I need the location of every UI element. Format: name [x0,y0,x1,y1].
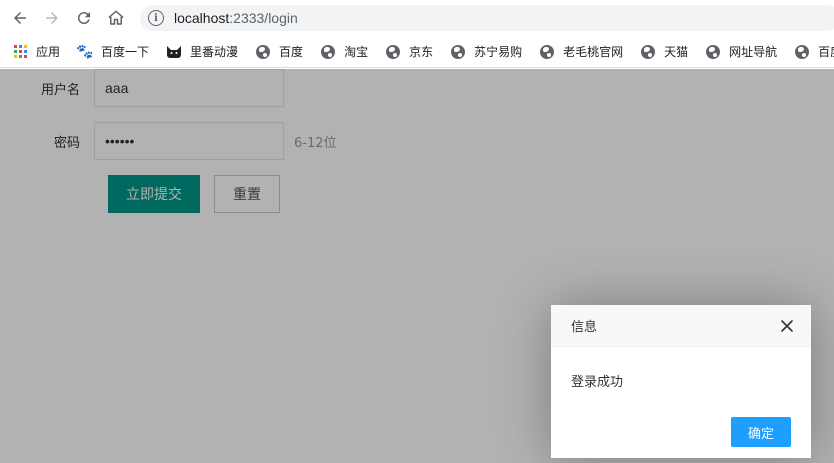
bookmark-label: 老毛桃官网 [563,45,624,59]
bookmark-baidu[interactable]: 百度 [255,43,303,60]
globe-icon [640,44,656,60]
info-icon[interactable]: i [148,10,164,26]
address-bar[interactable]: i localhost:2333/login [140,5,834,31]
bookmark-label: 百度一下 [101,45,150,59]
url-text: localhost:2333/login [174,10,298,26]
home-icon [108,10,124,25]
arrow-left-icon [14,12,26,24]
globe-icon [794,44,810,60]
globe-icon [255,44,271,60]
cat-icon [166,44,182,60]
globe-icon [385,44,401,60]
bookmark-baidu-translate[interactable]: 百度翻 [794,43,834,60]
bookmark-anime[interactable]: 里番动漫 [166,43,238,60]
bookmark-jd[interactable]: 京东 [385,43,433,60]
dialog-message: 登录成功 [571,375,624,390]
globe-icon [705,44,721,60]
bookmark-label: 苏宁易购 [474,45,523,59]
url-path: :2333/login [229,10,298,26]
message-dialog: 信息 登录成功 确定 [551,305,811,458]
dialog-title: 信息 [571,320,598,335]
back-button[interactable] [4,0,36,36]
home-button[interactable] [100,0,132,36]
bookmark-apps[interactable]: 应用 [12,43,60,60]
bookmarks-bar: 应用 🐾 百度一下 里番动漫 百度 淘宝 京东 苏宁易购 老毛桃官网 天猫 网址… [0,36,834,68]
bookmark-suning[interactable]: 苏宁易购 [450,43,522,60]
bookmark-label: 京东 [409,45,434,59]
bookmark-label: 淘宝 [344,45,369,59]
globe-icon [539,44,555,60]
bookmark-taobao[interactable]: 淘宝 [320,43,368,60]
url-host: localhost [174,10,230,26]
close-icon[interactable] [779,318,795,334]
reload-icon [77,12,90,25]
bookmark-label: 应用 [36,45,61,59]
bookmark-tmall[interactable]: 天猫 [640,43,688,60]
baidu-paw-icon: 🐾 [76,43,94,60]
browser-toolbar: i localhost:2333/login [0,0,834,36]
bookmark-nav[interactable]: 网址导航 [705,43,777,60]
reload-button[interactable] [68,0,100,36]
bookmark-label: 天猫 [664,45,689,59]
dialog-header: 信息 [551,305,811,347]
confirm-button[interactable]: 确定 [731,417,791,447]
globe-icon [450,44,466,60]
bookmark-label: 里番动漫 [190,45,239,59]
globe-icon [320,44,336,60]
bookmark-laomaotao[interactable]: 老毛桃官网 [539,43,623,60]
apps-grid-icon [12,44,28,60]
arrow-right-icon [46,12,58,24]
bookmark-baidu-search[interactable]: 🐾 百度一下 [76,43,150,60]
bookmark-label: 百度翻 [818,45,834,59]
bookmark-label: 百度 [279,45,304,59]
bookmark-label: 网址导航 [729,45,778,59]
forward-button[interactable] [36,0,68,36]
